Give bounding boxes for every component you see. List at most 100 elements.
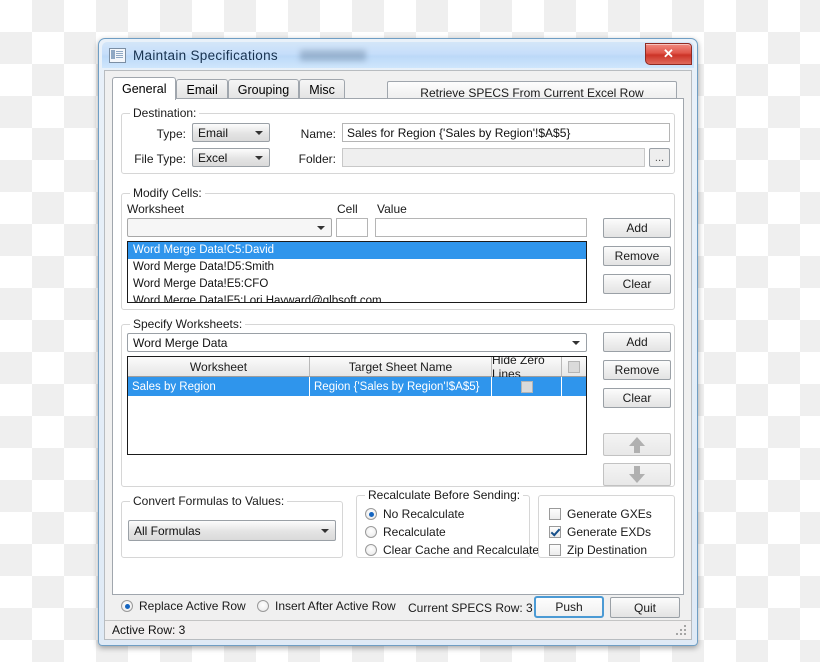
close-icon[interactable]: ✕ [645, 43, 692, 65]
column-header-hide-zero-lines: Hide Zero Lines [492, 357, 562, 381]
checkbox-generate-gxes[interactable]: Generate GXEs [549, 507, 652, 521]
arrow-up-icon [629, 436, 645, 453]
radio-no-recalculate[interactable]: No Recalculate [365, 507, 464, 521]
specify-worksheets-legend: Specify Worksheets: [130, 317, 246, 331]
filetype-label: File Type: [134, 152, 186, 166]
select-all-checkbox[interactable] [568, 360, 580, 373]
worksheets-remove-button[interactable]: Remove [603, 360, 671, 380]
modify-cell-input[interactable] [336, 218, 368, 237]
quit-button[interactable]: Quit [610, 597, 680, 618]
specify-worksheet-combo[interactable]: Word Merge Data [127, 333, 587, 352]
modify-remove-button[interactable]: Remove [603, 246, 671, 266]
worksheets-grid[interactable]: Worksheet Target Sheet Name Hide Zero Li… [127, 356, 587, 455]
hide-zero-lines-checkbox[interactable] [520, 380, 533, 393]
column-header-worksheet: Worksheet [128, 357, 310, 377]
title-bar: Maintain Specifications ✕ [102, 42, 694, 68]
checkbox-icon[interactable] [549, 508, 561, 520]
tab-general[interactable]: General [112, 77, 177, 100]
cell-target-sheet-name: Region {'Sales by Region'!$A$5} [310, 377, 492, 396]
checkbox-icon[interactable] [549, 544, 561, 556]
column-header-target-sheet-name: Target Sheet Name [310, 357, 492, 377]
grid-header-row: Worksheet Target Sheet Name Hide Zero Li… [128, 357, 586, 381]
footer-bar: Replace Active Row Insert After Active R… [105, 595, 691, 619]
radio-no-recalculate-label: No Recalculate [383, 507, 465, 521]
convert-formulas-legend: Convert Formulas to Values: [130, 494, 288, 508]
radio-recalculate[interactable]: Recalculate [365, 525, 446, 539]
folder-input[interactable] [342, 148, 645, 167]
radio-icon[interactable] [121, 600, 133, 612]
chevron-down-icon [255, 130, 263, 135]
tab-grouping[interactable]: Grouping [227, 79, 300, 100]
cell-row-select[interactable] [562, 377, 586, 396]
checkbox-icon[interactable] [549, 526, 561, 538]
replace-active-row-label: Replace Active Row [139, 599, 246, 613]
type-combo[interactable]: Email [192, 123, 270, 142]
tab-misc[interactable]: Misc [299, 79, 345, 100]
destination-group: Destination: Type: Email Name: Sales for… [121, 106, 675, 174]
folder-browse-button[interactable]: ... [649, 148, 670, 167]
resize-grip-icon[interactable] [676, 625, 687, 636]
modify-cells-listbox[interactable]: Word Merge Data!C5:David Word Merge Data… [127, 241, 587, 303]
list-item[interactable]: Word Merge Data!E5:CFO [128, 276, 586, 293]
radio-clear-cache-label: Clear Cache and Recalculate [383, 543, 540, 557]
modify-cells-legend: Modify Cells: [130, 186, 205, 200]
worksheets-clear-button[interactable]: Clear [603, 388, 671, 408]
radio-icon[interactable] [257, 600, 269, 612]
list-item[interactable]: Word Merge Data!C5:David [128, 242, 586, 259]
list-item[interactable]: Word Merge Data!D5:Smith [128, 259, 586, 276]
convert-formulas-value: All Formulas [134, 523, 201, 538]
list-item[interactable]: Word Merge Data!F5:Lori.Hayward@glbsoft.… [128, 293, 586, 302]
generate-gxes-label: Generate GXEs [567, 507, 652, 521]
move-down-button[interactable] [603, 463, 671, 486]
general-tab-page: Destination: Type: Email Name: Sales for… [112, 98, 684, 595]
worksheets-add-button[interactable]: Add [603, 332, 671, 352]
folder-label: Folder: [298, 152, 336, 166]
specify-worksheets-group: Specify Worksheets: Word Merge Data Add … [121, 317, 675, 487]
radio-clear-cache-and-recalculate[interactable]: Clear Cache and Recalculate [365, 543, 539, 557]
checkbox-zip-destination[interactable]: Zip Destination [549, 543, 647, 557]
radio-icon[interactable] [365, 544, 377, 556]
chevron-down-icon [255, 155, 263, 160]
modify-cell-label: Cell [337, 202, 358, 216]
table-row[interactable]: Sales by Region Region {'Sales by Region… [128, 377, 586, 396]
chevron-down-icon [317, 225, 325, 230]
current-specs-row-label: Current SPECS Row: 3 [408, 601, 533, 615]
cell-hide-zero-lines[interactable] [492, 377, 562, 396]
modify-worksheet-label: Worksheet [127, 202, 185, 216]
insert-after-active-row-label: Insert After Active Row [275, 599, 396, 613]
modify-cells-group: Modify Cells: Worksheet Cell Value Add R… [121, 186, 675, 310]
filetype-combo[interactable]: Excel [192, 148, 270, 167]
name-input[interactable]: Sales for Region {'Sales by Region'!$A$5… [342, 123, 670, 142]
specify-worksheet-combo-value: Word Merge Data [133, 335, 228, 350]
radio-icon[interactable] [365, 526, 377, 538]
modify-value-input[interactable] [375, 218, 587, 237]
radio-insert-after-active-row[interactable]: Insert After Active Row [257, 599, 396, 613]
window-client-area: General Email Grouping Misc Retrieve SPECS … [104, 70, 692, 640]
radio-icon[interactable] [365, 508, 377, 520]
filetype-combo-value: Excel [198, 150, 228, 165]
column-header-select-all[interactable] [562, 357, 586, 377]
modify-clear-button[interactable]: Clear [603, 274, 671, 294]
recalculate-group: Recalculate Before Sending: No Recalcula… [356, 488, 539, 558]
zip-destination-label: Zip Destination [567, 543, 648, 557]
checkbox-generate-exds[interactable]: Generate EXDs [549, 525, 651, 539]
modify-add-button[interactable]: Add [603, 218, 671, 238]
destination-legend: Destination: [130, 106, 200, 120]
cell-worksheet: Sales by Region [128, 377, 310, 396]
generate-exds-label: Generate EXDs [567, 525, 652, 539]
type-label: Type: [156, 127, 186, 141]
generate-options-group: Generate GXEs Generate EXDs Zip Destinat… [538, 495, 675, 558]
window-title: Maintain Specifications [133, 47, 278, 63]
push-button[interactable]: Push [534, 596, 604, 618]
chevron-down-icon [572, 340, 580, 345]
convert-formulas-group: Convert Formulas to Values: All Formulas [121, 494, 343, 558]
radio-replace-active-row[interactable]: Replace Active Row [121, 599, 246, 613]
modify-worksheet-combo[interactable] [127, 218, 332, 237]
tab-email[interactable]: Email [176, 79, 228, 100]
convert-formulas-combo[interactable]: All Formulas [128, 520, 336, 541]
move-up-button[interactable] [603, 433, 671, 456]
type-combo-value: Email [198, 125, 229, 140]
title-redacted-text [299, 49, 366, 61]
tab-strip: General Email Grouping Misc Retrieve SPECS … [112, 77, 684, 104]
modify-value-label: Value [377, 202, 407, 216]
